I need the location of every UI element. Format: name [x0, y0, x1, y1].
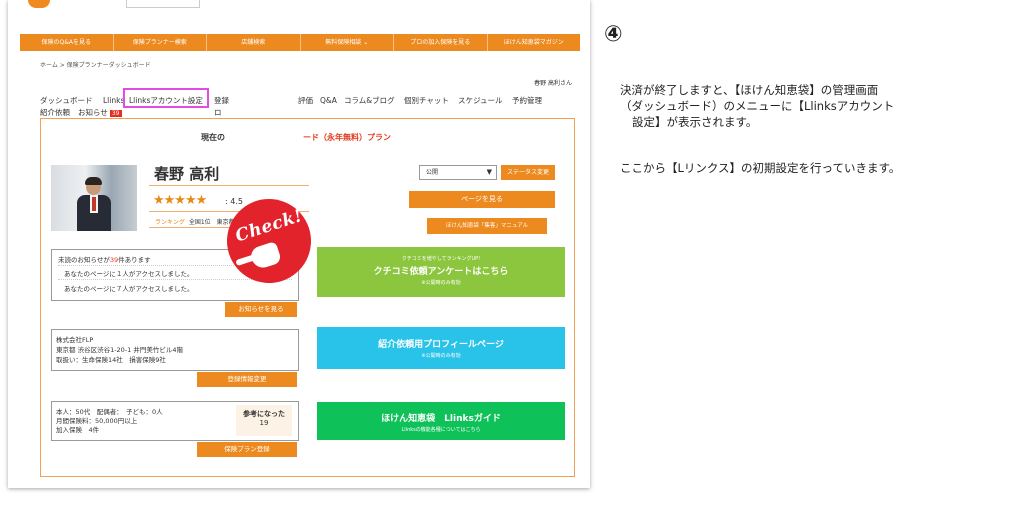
menu-qa[interactable]: Q&A	[320, 94, 337, 108]
rating-stars-icon: ★★★★★	[153, 193, 207, 208]
guide-banner-title: ほけん知恵袋 Llinksガイド	[381, 414, 501, 424]
notice-count: 39	[109, 256, 119, 264]
view-notices-button[interactable]: お知らせを見る	[225, 302, 297, 317]
dashboard-panel: 現在の ード（永年無料）プラン 春野 高利 ★★★★★ : 4.5 ランキング 全国…	[40, 118, 575, 477]
llinks-guide-banner[interactable]: ほけん知恵袋 Llinksガイド Llinksの機能各種についてはこちら	[317, 402, 565, 440]
description-line: 設定】が表示されます。	[632, 115, 758, 129]
pointing-hand-icon	[248, 241, 283, 271]
nav-qa[interactable]: 保険のQ&Aを見る	[20, 34, 114, 51]
description-line: （ダッシュボード）のメニューに【Llinksアカウント	[620, 99, 895, 113]
view-page-button[interactable]: ページを見る	[409, 191, 555, 208]
plan-prefix: 現在の	[201, 133, 225, 142]
notice-suffix: 件あります	[118, 256, 151, 264]
menu-chat[interactable]: 個別チャット	[404, 94, 449, 108]
referral-banner-note: ※公開時のみ有効	[421, 353, 461, 359]
menu-notice-label: お知らせ	[78, 108, 108, 117]
check-badge-text: Check!	[233, 206, 306, 247]
company-name: 株式会社FLP	[56, 336, 94, 344]
menu-review[interactable]: 評価	[298, 94, 313, 108]
company-address: 東京都 渋谷区渋谷1-20-1 井門美竹ビル4階	[56, 346, 184, 354]
user-name: 春野 高利さん	[534, 80, 572, 87]
person-figure	[77, 177, 111, 231]
helpful-counter: 参考になった 19	[236, 405, 292, 436]
helpful-label: 参考になった	[243, 410, 285, 418]
helpful-count: 19	[259, 419, 269, 427]
edit-registration-button[interactable]: 登録情報変更	[197, 372, 297, 387]
profile-photo	[51, 165, 137, 231]
profile-name: 春野 高利	[154, 165, 220, 183]
header-search-fragment	[126, 0, 200, 8]
status-change-button[interactable]: ステータス変更	[501, 165, 555, 180]
step-instruction: ここから【Lリンクス】の初期設定を行っていきます。	[620, 161, 901, 175]
company-handling: 取扱い：生命保険14社 損害保険9社	[56, 356, 166, 364]
notice-summary: 未読のお知らせが39件あります	[58, 254, 151, 264]
status-select-value: 公開	[426, 169, 439, 176]
logo-fragment	[28, 0, 50, 8]
family-box: 本人：50代 配偶者： 子ども：0人 月間保険料：50,000円以上 加入保険 …	[51, 401, 299, 441]
notice-item[interactable]: あなたのページに１人がアクセスしました。	[64, 268, 194, 278]
dropdown-arrow-icon: ▼	[486, 168, 492, 176]
manual-button[interactable]: ほけん知恵袋「集客」マニュアル	[427, 218, 547, 234]
menu-reservation[interactable]: 予約管理	[512, 94, 542, 108]
menu-column[interactable]: コラム&ブログ	[344, 94, 395, 108]
family-line-3: 加入保険 4件	[56, 426, 100, 434]
nav-planner-search[interactable]: 保険プランナー検索	[114, 34, 207, 51]
review-banner-title: クチコミ依頼アンケートはこちら	[373, 267, 509, 277]
review-banner-note: ※公開時のみ有効	[421, 280, 461, 286]
review-request-banner[interactable]: クチコミを増やしてランキングUP! クチコミ依頼アンケートはこちら ※公開時のみ…	[317, 247, 565, 297]
review-banner-sub: クチコミを増やしてランキングUP!	[401, 256, 481, 262]
breadcrumb[interactable]: ホーム > 保険プランナーダッシュボード	[40, 60, 151, 69]
ranking-label: ランキング	[155, 219, 185, 226]
nav-pro-insurance[interactable]: プロの加入保険を見る	[394, 34, 488, 51]
step-description: 決済が終了しますと、【ほけん知恵袋】の管理画面 （ダッシュボード）のメニューに【…	[620, 82, 1015, 130]
plan-title: 現在の ード（永年無料）プラン	[201, 132, 391, 143]
referral-profile-banner[interactable]: 紹介依頼用プロフィールページ ※公開時のみ有効	[317, 327, 565, 369]
rating-value: : 4.5	[225, 197, 243, 206]
status-select[interactable]: 公開 ▼	[419, 165, 497, 180]
nav-free-consult[interactable]: 無料保険相談 ⌄	[301, 34, 394, 51]
company-box: 株式会社FLP 東京都 渋谷区渋谷1-20-1 井門美竹ビル4階 取扱い：生命保…	[51, 329, 299, 371]
guide-banner-note: Llinksの機能各種についてはこちら	[401, 427, 481, 433]
nav-store-search[interactable]: 店舗検索	[207, 34, 301, 51]
referral-banner-title: 紹介依頼用プロフィールページ	[378, 340, 504, 350]
dashboard-screenshot: 保険のQ&Aを見る 保険プランナー検索 店舗検索 無料保険相談 ⌄ プロの加入保…	[8, 0, 590, 488]
top-navigation: 保険のQ&Aを見る 保険プランナー検索 店舗検索 無料保険相談 ⌄ プロの加入保…	[20, 34, 580, 51]
register-plan-button[interactable]: 保険プラン登録	[197, 442, 297, 457]
description-line: 決済が終了しますと、【ほけん知恵袋】の管理画面	[620, 83, 879, 97]
step-number: ④	[604, 22, 623, 47]
plan-suffix: ード（永年無料）プラン	[303, 133, 391, 142]
notice-item[interactable]: あなたのページに７人がアクセスしました。	[64, 283, 194, 293]
llinks-settings-highlight	[123, 88, 209, 108]
menu-schedule[interactable]: スケジュール	[458, 94, 502, 108]
notice-badge: 39	[109, 110, 122, 117]
nav-magazine[interactable]: ほけん知恵袋マガジン	[488, 34, 581, 51]
notice-prefix: 未読のお知らせが	[58, 256, 110, 264]
